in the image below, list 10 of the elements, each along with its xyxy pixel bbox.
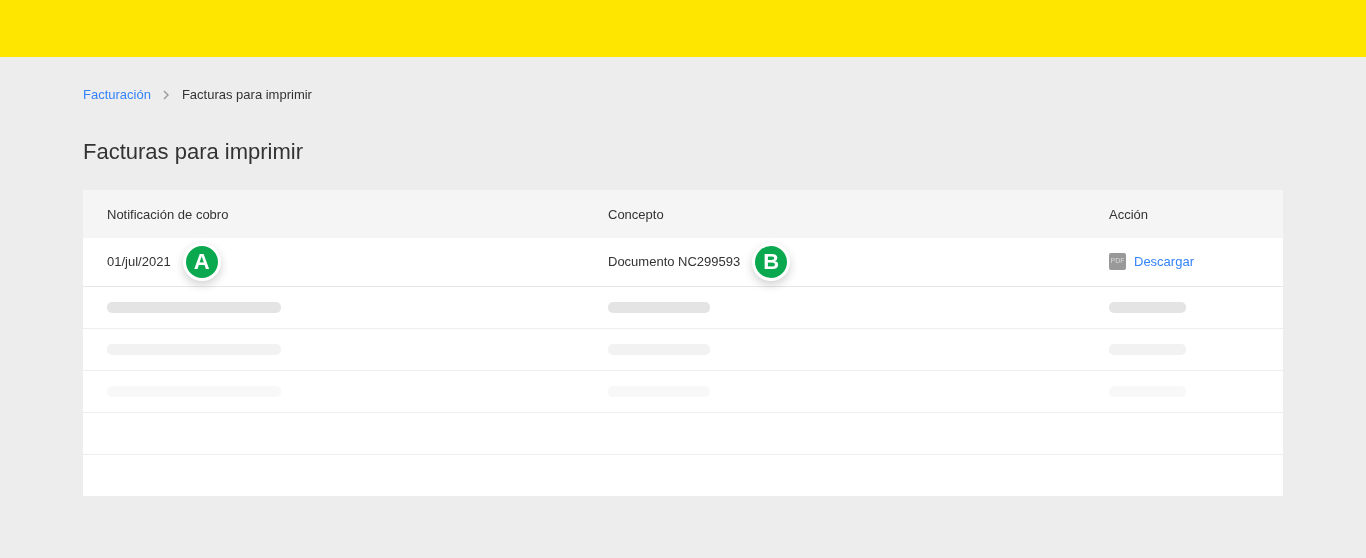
table-cell-text: 01/jul/2021	[107, 252, 171, 271]
chevron-icon	[162, 89, 170, 100]
table-cell-text: Documento NC299593	[608, 252, 741, 271]
page-title: Facturas para imprimir	[83, 137, 305, 166]
column-header: Acción	[1109, 206, 1149, 222]
download-link[interactable]: Descargar	[1134, 251, 1194, 272]
column-header: Concepto	[608, 206, 664, 222]
breadcrumb-link[interactable]: Facturación	[83, 85, 151, 105]
column-header: Notificación de cobro	[107, 206, 229, 222]
breadcrumb-current: Facturas para imprimir	[181, 86, 312, 104]
